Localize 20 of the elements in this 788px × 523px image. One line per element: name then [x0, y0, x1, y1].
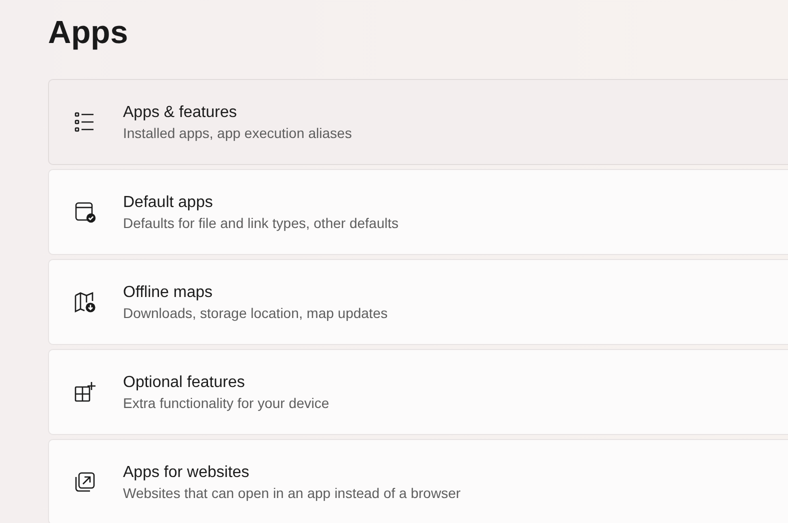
map-download-icon	[73, 290, 97, 314]
settings-card[interactable]: Offline maps Downloads, storage location, map updates	[48, 259, 788, 345]
settings-card[interactable]: Optional features Extra functionality for your device	[48, 349, 788, 435]
card-description: Downloads, storage location, map updates	[123, 304, 388, 320]
card-title: Apps for websites	[123, 464, 250, 482]
window-check-icon	[73, 200, 97, 224]
card-title: Default apps	[123, 194, 214, 212]
card-title: Optional features	[123, 374, 246, 392]
card-description: Extra functionality for your device	[123, 394, 330, 410]
card-title: Offline maps	[123, 284, 214, 302]
grid-plus-icon	[73, 380, 97, 404]
card-description: Installed apps, app execution aliases	[123, 124, 352, 140]
page-title: Apps	[48, 13, 129, 52]
settings-card[interactable]: Apps & features Installed apps, app execution aliases	[48, 79, 788, 165]
window-arrow-icon	[73, 470, 97, 494]
settings-card[interactable]: Default apps Defaults for file and link types, other defaults	[48, 169, 788, 255]
card-description: Defaults for file and link types, other defaults	[123, 214, 398, 230]
settings-card[interactable]: Apps for websites Websites that can open in an app instead of a browser	[48, 439, 788, 523]
card-description: Websites that can open in an app instead of a browser	[123, 484, 461, 500]
card-title: Apps & features	[123, 104, 238, 122]
